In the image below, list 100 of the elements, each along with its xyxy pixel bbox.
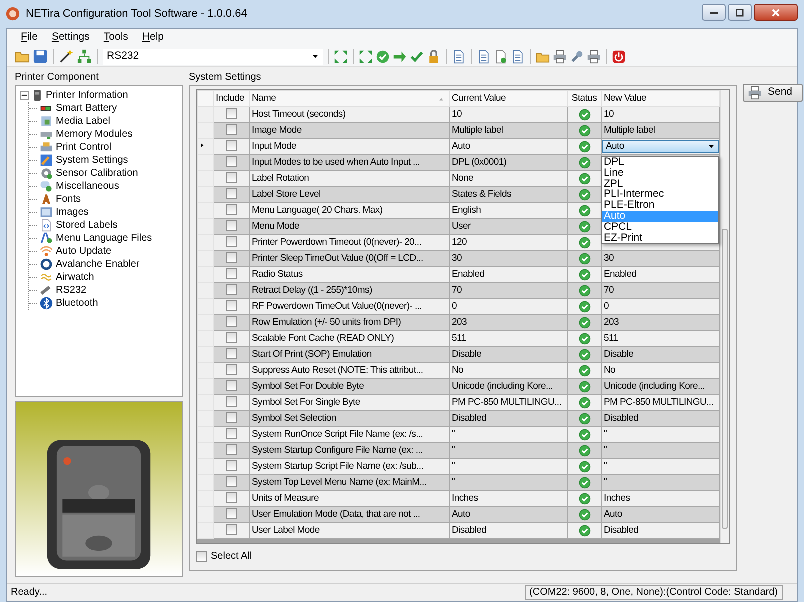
panel-title: Printer Component: [15, 71, 100, 85]
tree-item[interactable]: Auto Update: [56, 245, 112, 258]
dropdown-option[interactable]: Line: [602, 168, 718, 179]
include-checkbox[interactable]: [226, 380, 237, 392]
tree-item[interactable]: Print Control: [56, 141, 112, 154]
table-cell: 203: [450, 314, 568, 330]
column-header[interactable]: Status: [568, 90, 602, 106]
include-checkbox[interactable]: [226, 140, 237, 152]
include-checkbox[interactable]: [226, 444, 237, 456]
tree-item[interactable]: Sensor Calibration: [56, 167, 138, 180]
power-icon[interactable]: [612, 50, 626, 64]
include-checkbox[interactable]: [226, 412, 237, 424]
menu-item[interactable]: Settings: [46, 30, 96, 46]
include-checkbox[interactable]: [226, 284, 237, 296]
lock-icon[interactable]: [427, 50, 441, 64]
tree-item[interactable]: Stored Labels: [56, 219, 118, 232]
dropdown-option[interactable]: PLE-Eltron: [602, 200, 718, 211]
printer-icon[interactable]: [587, 50, 601, 64]
table-cell: Unicode (including Kore...: [450, 378, 568, 394]
close-button[interactable]: [754, 4, 798, 21]
column-header[interactable]: Include: [214, 90, 250, 106]
include-checkbox[interactable]: [226, 108, 237, 120]
include-checkbox[interactable]: [226, 364, 237, 376]
tree-item[interactable]: Airwatch: [56, 271, 94, 284]
check-icon[interactable]: [410, 50, 424, 64]
tree-item[interactable]: Miscellaneous: [56, 180, 120, 193]
expand-icon[interactable]: [334, 50, 348, 64]
include-checkbox[interactable]: [226, 188, 237, 200]
port-select[interactable]: RS232: [103, 48, 323, 64]
include-checkbox[interactable]: [226, 348, 237, 360]
include-checkbox[interactable]: [226, 508, 237, 520]
maximize-button[interactable]: [728, 4, 752, 21]
tree-item[interactable]: Avalanche Enabler: [56, 258, 140, 271]
table-cell: Retract Delay ((1 - 255)*10ms): [250, 282, 450, 298]
scrollbar[interactable]: [720, 90, 729, 543]
column-header[interactable]: Name: [250, 90, 450, 106]
include-checkbox[interactable]: [226, 172, 237, 184]
tree-item[interactable]: RS232: [56, 284, 87, 297]
menu-item[interactable]: File: [15, 30, 44, 46]
tree-item[interactable]: Media Label: [56, 115, 110, 128]
select-all-checkbox[interactable]: [196, 551, 207, 562]
table-cell: Symbol Set For Double Byte: [250, 378, 450, 394]
table-cell: Label Store Level: [250, 186, 450, 202]
include-checkbox[interactable]: [226, 524, 237, 536]
include-checkbox[interactable]: [226, 460, 237, 472]
tree-item[interactable]: System Settings: [56, 154, 128, 167]
send-button[interactable]: Send: [743, 84, 803, 102]
row-pointer-icon: [200, 142, 205, 150]
close-icon: [771, 8, 781, 18]
include-checkbox[interactable]: [226, 268, 237, 280]
arrow-right-icon[interactable]: [393, 50, 407, 64]
wand-icon[interactable]: [59, 49, 74, 64]
document-icon[interactable]: [511, 50, 525, 64]
dropdown-option[interactable]: ZPL: [602, 178, 718, 190]
include-checkbox[interactable]: [226, 428, 237, 440]
table-cell: Start Of Print (SOP) Emulation: [250, 346, 450, 362]
column-header[interactable]: Current Value: [450, 90, 568, 106]
checkbox-label: Select All: [211, 550, 252, 564]
menu-item[interactable]: Tools: [98, 30, 134, 46]
tree-item[interactable]: Bluetooth: [56, 297, 98, 310]
minus-icon: [21, 92, 28, 99]
tree-item[interactable]: Menu Language Files: [56, 232, 152, 245]
include-checkbox[interactable]: [226, 236, 237, 248]
include-checkbox[interactable]: [226, 204, 237, 216]
tree-item[interactable]: Smart Battery: [56, 102, 118, 115]
table-cell: DPL (0x0001): [450, 154, 568, 170]
tree-item[interactable]: Images: [56, 206, 89, 219]
table-cell: Unicode (including Kore...: [602, 378, 720, 394]
minimize-button[interactable]: [702, 4, 726, 21]
check-circle-icon[interactable]: [376, 50, 390, 64]
app-logo-icon: [6, 7, 20, 21]
document-icon[interactable]: [477, 50, 491, 64]
column-header[interactable]: New Value: [602, 90, 720, 106]
include-checkbox[interactable]: [226, 124, 237, 136]
include-checkbox[interactable]: [226, 300, 237, 312]
collapse-toggle[interactable]: [20, 91, 29, 100]
tree-item[interactable]: Printer Information: [46, 89, 128, 102]
include-checkbox[interactable]: [226, 252, 237, 264]
document-add-icon[interactable]: [494, 50, 508, 64]
table-cell: Disable: [602, 346, 720, 362]
expand-icon[interactable]: [359, 50, 373, 64]
include-checkbox[interactable]: [226, 220, 237, 232]
tree-item[interactable]: Memory Modules: [56, 128, 133, 141]
include-checkbox[interactable]: [226, 492, 237, 504]
image-icon: [40, 206, 53, 219]
menu-item[interactable]: Help: [136, 30, 170, 46]
label-icon: [40, 115, 53, 128]
tree-item[interactable]: Fonts: [56, 193, 82, 206]
document-icon[interactable]: [452, 50, 466, 64]
include-checkbox[interactable]: [226, 316, 237, 328]
dropdown-field[interactable]: Auto: [602, 140, 718, 153]
chat-icon: [40, 180, 53, 193]
save-icon[interactable]: [33, 49, 48, 64]
printer-icon: [748, 86, 762, 100]
include-checkbox[interactable]: [226, 332, 237, 344]
include-checkbox[interactable]: [226, 396, 237, 408]
printer-icon[interactable]: [553, 50, 567, 64]
include-checkbox[interactable]: [226, 156, 237, 168]
include-checkbox[interactable]: [226, 476, 237, 488]
row-header[interactable]: [198, 138, 214, 154]
